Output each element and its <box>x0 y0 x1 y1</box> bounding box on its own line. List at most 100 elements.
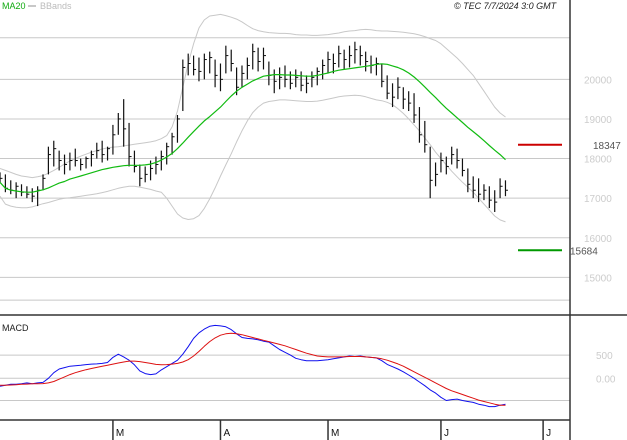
price-bar <box>300 71 304 92</box>
price-bar <box>279 67 283 90</box>
price-bar <box>192 55 197 76</box>
price-bar <box>42 174 46 191</box>
price-layer <box>0 13 562 252</box>
price-tick-label: 16000 <box>584 234 612 245</box>
price-bar <box>198 57 202 82</box>
price-bar <box>284 65 288 88</box>
price-bar <box>504 180 508 197</box>
price-bar <box>203 53 207 80</box>
price-tick-label: 20000 <box>584 75 612 86</box>
price-bar <box>117 113 121 135</box>
price-bar <box>348 45 353 68</box>
price-bar <box>123 99 127 147</box>
text-layer: MA20 BBands © TEC 7/7/2024 3:0 GMT MACD <box>2 1 558 333</box>
price-bar <box>402 87 406 110</box>
macd-layer <box>0 324 506 408</box>
price-bar <box>246 57 250 80</box>
price-bar <box>273 69 277 94</box>
price-bar <box>101 140 105 163</box>
price-bar <box>461 158 465 177</box>
price-bar <box>63 154 68 175</box>
chart-stage: 20000 19000 18000 17000 16000 15000 500 0.00 183… <box>0 0 627 440</box>
price-bar <box>354 41 358 64</box>
price-bar <box>289 71 293 90</box>
x-tick-label: M <box>116 428 124 439</box>
price-bar <box>69 152 73 171</box>
x-tick-label: J <box>444 428 449 439</box>
axis-layer: 20000 19000 18000 17000 16000 15000 500 0.00 183… <box>0 0 627 440</box>
price-bar <box>0 172 3 183</box>
price-bar <box>305 75 310 94</box>
price-bar <box>316 67 320 86</box>
price-bar <box>338 45 342 68</box>
price-bar <box>10 180 14 195</box>
price-bar <box>375 57 379 76</box>
price-bar <box>241 65 245 88</box>
macd-tick-label: 500 <box>596 351 613 362</box>
price-bar <box>434 162 439 187</box>
macd-signal-line <box>0 332 506 406</box>
price-bar <box>139 164 143 187</box>
price-bar <box>214 59 218 88</box>
macd-tick-label: 0.00 <box>596 374 616 385</box>
price-bar <box>144 166 148 183</box>
price-bar <box>359 45 363 66</box>
price-bar <box>15 182 19 199</box>
price-bar <box>155 156 159 175</box>
price-bar <box>494 190 498 213</box>
price-chart: 20000 19000 18000 17000 16000 15000 500 0.00 183… <box>0 0 627 440</box>
price-bar <box>268 61 272 86</box>
price-bar <box>133 150 137 173</box>
price-bar <box>182 59 186 112</box>
price-bar <box>397 77 401 100</box>
price-bar <box>440 152 444 173</box>
price-bar <box>53 140 57 167</box>
price-bar <box>166 142 170 165</box>
price-bar <box>381 63 385 88</box>
watermark: © TEC 7/7/2024 3:0 GMT <box>454 1 558 11</box>
price-tick-label: 18000 <box>584 155 612 166</box>
resistance-label: 18347 <box>593 141 621 152</box>
x-tick-label: A <box>223 428 230 439</box>
price-bar <box>85 156 89 169</box>
legend-ma20: MA20 <box>2 1 26 11</box>
price-bar <box>58 150 62 171</box>
price-bar <box>391 83 396 108</box>
price-bar <box>429 146 433 199</box>
price-bar <box>20 184 25 197</box>
price-tick-label: 17000 <box>584 194 612 205</box>
price-bar <box>176 114 180 143</box>
price-bar <box>112 124 116 155</box>
price-bar <box>252 43 256 70</box>
price-bar <box>209 51 213 74</box>
price-bar <box>408 91 412 112</box>
price-bar <box>295 69 299 88</box>
price-bar <box>327 51 331 74</box>
x-tick-label: J <box>546 428 551 439</box>
price-bar <box>225 45 229 74</box>
price-bar <box>47 146 51 175</box>
x-tick-label: M <box>331 428 339 439</box>
macd-label: MACD <box>2 323 29 333</box>
price-bar <box>488 186 492 209</box>
price-bar <box>230 49 234 72</box>
price-bar <box>80 158 84 171</box>
price-bar <box>445 156 449 175</box>
price-bar <box>96 142 100 159</box>
price-tick-label: 19000 <box>584 115 612 126</box>
price-bar <box>37 186 41 207</box>
price-bar <box>322 59 326 80</box>
price-bar <box>257 47 261 72</box>
price-bar <box>262 47 266 70</box>
price-bar <box>365 51 369 72</box>
price-tick-label: 15000 <box>584 273 612 284</box>
price-bar <box>424 120 428 153</box>
price-bar <box>343 49 347 70</box>
price-bar <box>451 146 455 165</box>
legend-bbands: BBands <box>40 1 72 11</box>
support-label: 15684 <box>570 246 598 257</box>
price-bar <box>31 188 35 203</box>
price-bar <box>418 107 422 143</box>
price-bar <box>219 63 223 92</box>
price-bar <box>499 178 503 199</box>
